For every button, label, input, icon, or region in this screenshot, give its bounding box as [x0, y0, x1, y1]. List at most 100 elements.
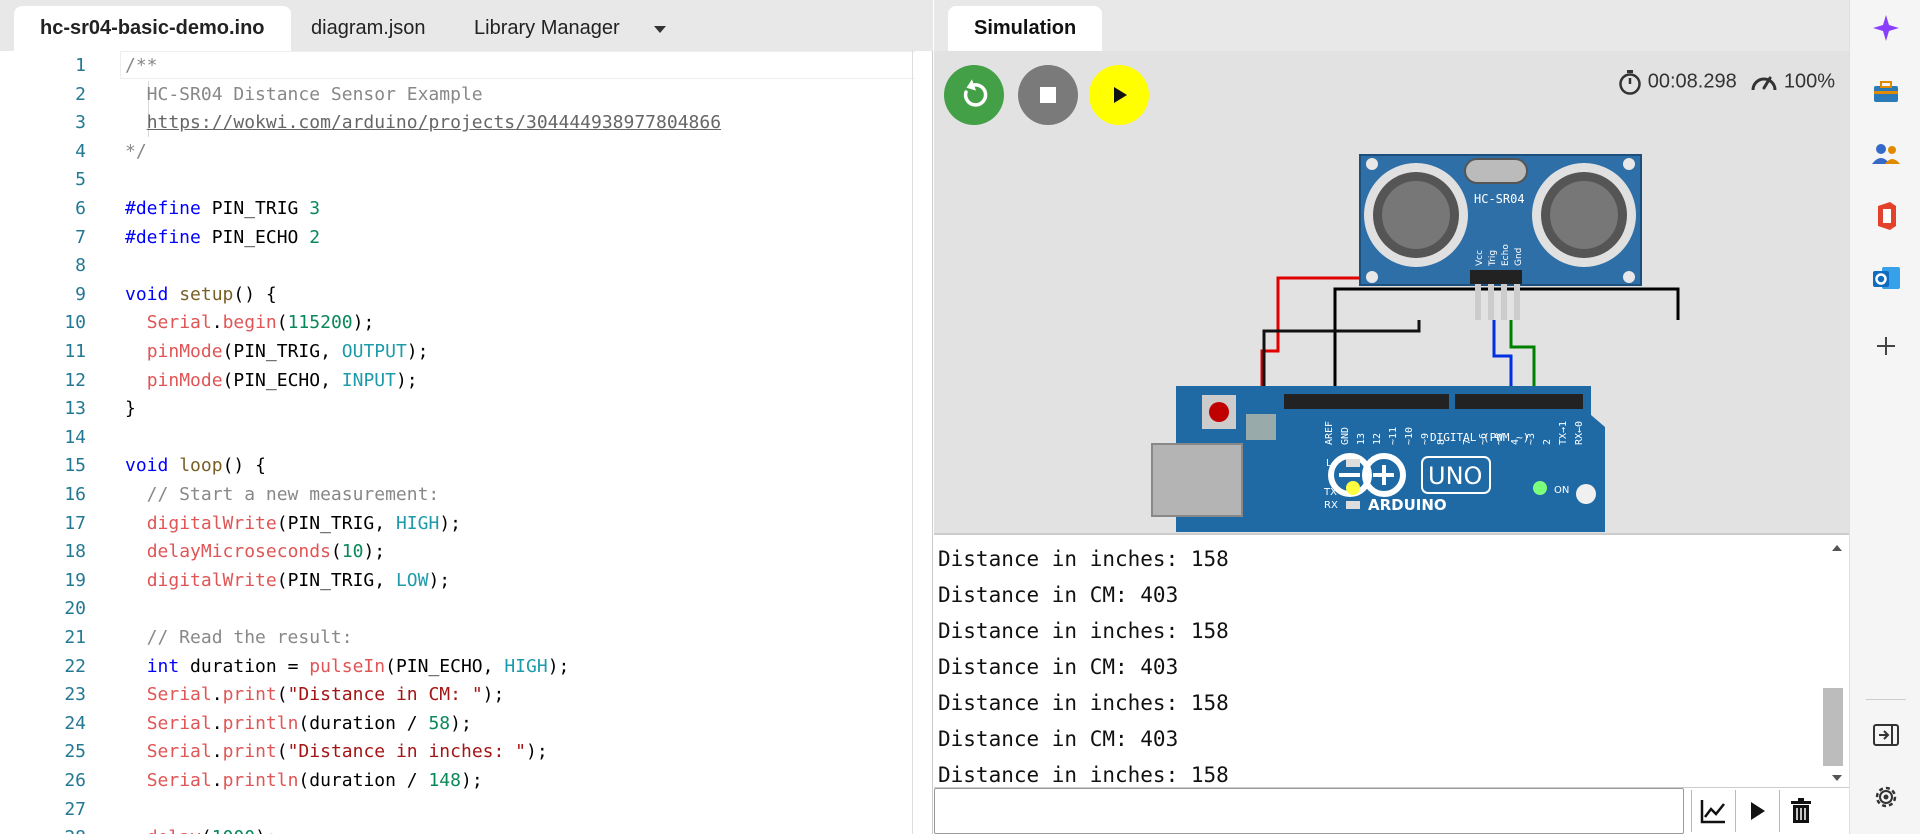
- code-line[interactable]: 1 /**: [0, 52, 915, 80]
- trash-icon: [1791, 798, 1811, 823]
- code-editor[interactable]: 1/** 2 HC-SR04 Distance Sensor Example 3 h…: [0, 50, 915, 834]
- simulation-canvas[interactable]: 00:08.298 100% HC-SR04 Vcc Trig Echo Gnd…: [934, 51, 1849, 532]
- code-token: // Read the result:: [125, 627, 353, 648]
- people-button[interactable]: [1870, 138, 1902, 170]
- code-line[interactable]: 21 // Read the result:: [0, 624, 915, 652]
- tab-diagram-json[interactable]: diagram.json: [285, 6, 452, 51]
- serial-scrollbar[interactable]: [1823, 541, 1847, 785]
- code-token: (: [276, 684, 288, 706]
- code-line[interactable]: 15 void loop() {: [0, 452, 915, 480]
- code-line[interactable]: 2 HC-SR04 Distance Sensor Example: [0, 80, 915, 109]
- tab-library-manager[interactable]: Library Manager: [448, 6, 646, 51]
- code-line[interactable]: 11 pinMode(PIN_TRIG, OUTPUT);: [0, 338, 915, 366]
- tab-sketch-file[interactable]: hc-sr04-basic-demo.ino: [14, 6, 291, 51]
- code-token: 115200: [287, 312, 353, 334]
- clear-serial-button[interactable]: [1779, 790, 1821, 832]
- code-token: digitalWrite: [146, 512, 277, 534]
- play-icon: [1751, 802, 1765, 820]
- simulation-pane: Simulation 00:08.298 100% HC-SR04 Vcc Tr…: [934, 0, 1849, 834]
- code-line[interactable]: 18 delayMicroseconds(10);: [0, 538, 915, 566]
- settings-button[interactable]: [1870, 781, 1902, 813]
- outlook-button[interactable]: [1870, 262, 1902, 294]
- code-text: /**: [125, 52, 158, 80]
- code-text: */: [125, 138, 147, 166]
- code-line[interactable]: 17 digitalWrite(PIN_TRIG, HIGH);: [0, 510, 915, 538]
- code-token: );: [363, 541, 386, 563]
- serial-output-line: Distance in CM: 403: [938, 727, 1179, 751]
- line-number: 23: [64, 684, 86, 706]
- code-token: }: [125, 398, 136, 420]
- code-token: );: [526, 741, 548, 763]
- copilot-button[interactable]: [1870, 12, 1902, 44]
- plotter-button[interactable]: [1691, 790, 1733, 832]
- serial-input[interactable]: [934, 788, 1684, 834]
- code-line[interactable]: 22 int duration = pulseIn(PIN_ECHO, HIGH…: [0, 653, 915, 681]
- code-token[interactable]: https://wokwi.com/arduino/projects/30444…: [147, 112, 721, 133]
- line-number: 10: [64, 312, 86, 334]
- code-line[interactable]: 5: [0, 166, 915, 194]
- office-button[interactable]: [1870, 200, 1902, 232]
- serial-monitor-output[interactable]: Distance in inches: 158 Distance in CM: 4…: [934, 533, 1849, 787]
- code-token: PIN_TRIG: [200, 198, 310, 219]
- code-line[interactable]: 28 delay(1000);: [0, 824, 915, 834]
- line-number: 28: [0, 824, 86, 834]
- code-line[interactable]: 23 Serial.print("Distance in CM: ");: [0, 681, 915, 709]
- header-pin-label: ~11: [1388, 427, 1399, 445]
- code-line[interactable]: 24 Serial.println(duration / 58);: [0, 710, 915, 738]
- line-number: 19: [64, 569, 86, 591]
- collapse-sidebar-button[interactable]: [1870, 719, 1902, 751]
- tab-simulation[interactable]: Simulation: [948, 6, 1103, 51]
- code-token: /**: [125, 55, 158, 76]
- code-text: Serial.print("Distance in CM: ");: [125, 681, 505, 709]
- code-line[interactable]: 6 #define PIN_TRIG 3: [0, 195, 915, 223]
- code-token: .: [211, 741, 223, 763]
- code-token: LOW: [395, 569, 429, 591]
- editor-scrollbar[interactable]: [912, 50, 913, 834]
- code-line[interactable]: 14: [0, 424, 915, 452]
- code-line[interactable]: 16 // Start a new measurement:: [0, 481, 915, 509]
- serial-output-line: Distance in CM: 403: [938, 655, 1179, 679]
- code-line[interactable]: 27: [0, 796, 915, 824]
- code-token: INPUT: [341, 369, 396, 391]
- line-number: 4: [75, 140, 86, 162]
- code-token: 3: [309, 198, 321, 219]
- code-line[interactable]: 3 https://wokwi.com/arduino/projects/304…: [0, 109, 915, 138]
- add-button[interactable]: [1870, 330, 1902, 362]
- header-pin-label: 2: [1542, 439, 1553, 445]
- line-number: 13: [64, 398, 86, 420]
- code-line[interactable]: 26 Serial.println(duration / 148);: [0, 767, 915, 795]
- code-line[interactable]: 20: [0, 595, 915, 623]
- code-line[interactable]: 9 void setup() {: [0, 281, 915, 309]
- code-line[interactable]: 19 digitalWrite(PIN_TRIG, LOW);: [0, 567, 915, 595]
- office-icon: [1878, 202, 1896, 230]
- code-token: (: [276, 741, 288, 763]
- code-line[interactable]: 7 #define PIN_ECHO 2: [0, 224, 915, 252]
- code-token: 1000: [212, 827, 255, 834]
- code-text: delayMicroseconds(10);: [125, 538, 385, 566]
- code-line[interactable]: 8: [0, 252, 915, 280]
- tabs-dropdown-chevron-icon[interactable]: [640, 6, 680, 51]
- briefcase-icon: [1874, 81, 1898, 102]
- code-token: loop: [179, 455, 223, 477]
- toolbox-button[interactable]: [1870, 76, 1902, 108]
- code-line[interactable]: 10 Serial.begin(115200);: [0, 309, 915, 337]
- header-pin-label: ~6: [1478, 433, 1489, 445]
- code-line[interactable]: 12 pinMode(PIN_ECHO, INPUT);: [0, 367, 915, 395]
- line-number: 17: [64, 512, 86, 534]
- serial-scrollbar-thumb[interactable]: [1823, 688, 1843, 766]
- code-token: PIN_ECHO: [200, 226, 310, 248]
- code-line[interactable]: 25 Serial.print("Distance in inches: ");: [0, 738, 915, 766]
- serial-autoscroll-button[interactable]: [1735, 790, 1777, 832]
- hc-sr04-sensor[interactable]: [1359, 154, 1642, 320]
- code-token: HIGH: [504, 655, 548, 677]
- code-line[interactable]: 13}: [0, 395, 915, 423]
- code-line[interactable]: 4 */: [0, 138, 915, 166]
- code-token: );: [482, 684, 505, 706]
- code-token: // Start a new measurement:: [125, 484, 440, 505]
- code-token: pulseIn: [309, 655, 386, 677]
- code-token: );: [460, 770, 483, 791]
- code-token: delay: [147, 827, 201, 834]
